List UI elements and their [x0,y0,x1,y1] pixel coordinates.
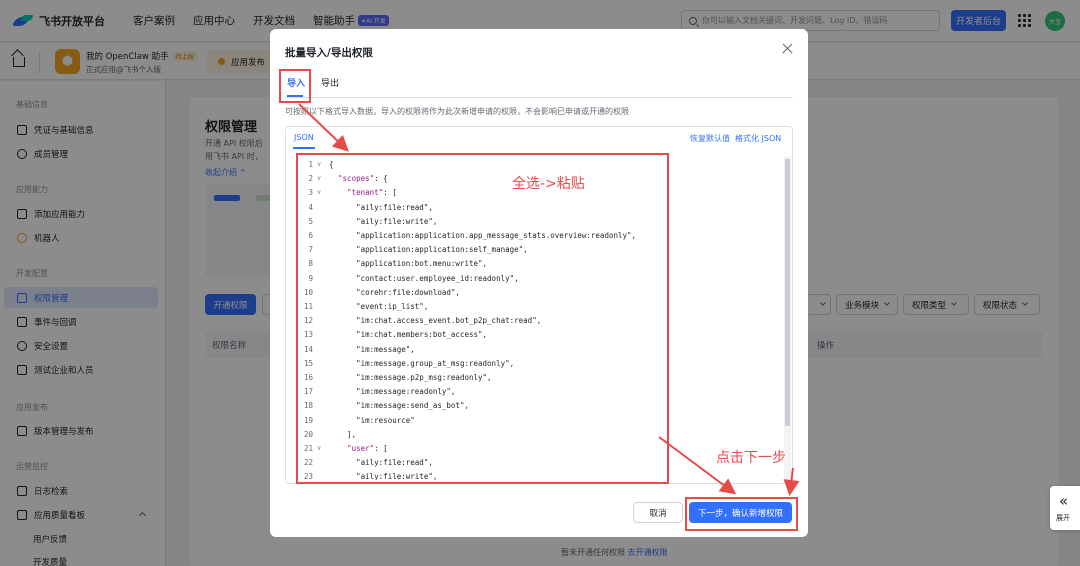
line-number: 19 [303,415,313,425]
restore-default-link[interactable]: 恢复默认值 [690,134,730,143]
code-line: 10 "corehr:file:download", [297,288,777,302]
code-line: 14 "im:message", [297,345,777,359]
code-text: "im:resource" [329,415,415,425]
line-number: 8 [308,259,313,269]
code-line: 15 "im:message.group_at_msg:readonly", [297,359,777,373]
code-text: "im:message.group_at_msg:readonly", [329,358,515,368]
line-number: 13 [303,330,313,340]
code-text: "application:bot.menu:write", [329,259,488,269]
code-text: "im:message:readonly", [329,387,456,397]
format-json-link[interactable]: 格式化 JSON [735,134,781,143]
code-line: 4 "aily:file:read", [297,203,777,217]
code-line: 17 "im:message:readonly", [297,387,777,401]
code-line: 19 "im:resource" [297,416,777,430]
code-line: 13 "im:chat.members:bot_access", [297,330,777,344]
fold-chevron-icon[interactable]: ∨ [317,188,321,196]
line-number: 4 [308,202,313,212]
code-text: "application:application.app_message_sta… [329,231,637,240]
code-text: "aily:file:write", [329,216,438,226]
code-text: "aily:file:read", [329,202,433,212]
code-text: "corehr:file:download", [329,287,460,297]
code-text: "im:message.p2p_msg:readonly", [329,373,492,382]
line-number: 22 [303,458,313,468]
line-number: 5 [308,216,313,226]
line-number: 12 [303,316,313,326]
fold-chevron-icon[interactable]: ∨ [317,444,321,452]
code-line: 16 "im:message.p2p_msg:readonly", [297,373,777,387]
line-number: 23 [303,472,313,480]
line-number: 9 [308,273,313,283]
code-text: "aily:file:read", [329,458,433,468]
annotation-select-paste: 全选->粘贴 [512,176,585,192]
code-text: "tenant": [ [347,188,397,198]
code-text: "application:application:self_manage", [329,245,528,255]
line-number: 10 [303,287,313,297]
code-text: { [329,160,334,169]
code-text: "aily:file:write", [329,472,438,480]
next-step-confirm-button[interactable]: 下一步，确认新增权限 [689,502,792,523]
editor-tab-indicator [293,147,315,149]
line-number: 11 [303,302,313,311]
line-number: 18 [303,401,313,411]
code-line: 1 ∨ { [297,160,777,174]
code-text: "im:chat.members:bot_access", [329,330,488,340]
line-number: 7 [308,245,313,255]
line-number: 3 [308,188,313,198]
import-description: 可按照以下格式导入数据，导入的权限将作为此次新增申请的权限，不会影响已申请或开通… [285,107,629,116]
code-line: 20 ], [297,430,777,444]
line-number: 17 [303,387,313,397]
fold-chevron-icon[interactable]: ∨ [317,160,321,168]
code-text: ], [329,429,357,439]
line-number: 21 [303,444,313,453]
fold-chevron-icon[interactable]: ∨ [317,174,321,182]
code-line: 22 "aily:file:read", [297,458,777,472]
line-number: 6 [308,231,313,240]
code-line: 9 "contact:user.employee_id:readonly", [297,274,777,288]
code-text: "contact:user.employee_id:readonly", [329,273,519,283]
code-line: 5 "aily:file:write", [297,217,777,231]
code-line: 7 "application:application:self_manage", [297,245,777,259]
code-text: "im:message", [329,344,415,354]
code-line: 8 "application:bot.menu:write", [297,259,777,273]
annotation-click-next: 点击下一步 [716,450,786,466]
close-icon[interactable] [780,41,796,57]
code-line: 23 "aily:file:write", [297,472,777,480]
editor-actions: 恢复默认值 格式化 JSON [685,133,781,144]
code-line: 12 "im:chat.access_event.bot_p2p_chat:re… [297,316,777,330]
double-chevron-left-icon: « [1059,492,1069,510]
line-number: 15 [303,358,313,368]
code-text: "user": [ [347,444,388,453]
line-number: 16 [303,373,313,382]
code-line: 18 "im:message:send_as_bot", [297,401,777,415]
code-line: 6 "application:application.app_message_s… [297,231,777,245]
expand-label: 展开 [1056,514,1070,522]
code-line: 11 "event:ip_list", [297,302,777,316]
line-number: 1 [308,160,313,169]
json-code-editor[interactable]: 1 ∨ {2 ∨ "scopes": { 3 ∨ "tenant": [ 4 "aily:f… [297,157,787,480]
editor-scrollbar-thumb[interactable] [785,159,790,426]
expand-panel-button[interactable]: « 展开 [1050,486,1080,530]
modal-title: 批量导入/导出权限 [285,47,373,59]
code-text: "im:message:send_as_bot", [329,401,469,411]
code-text: "im:chat.access_event.bot_p2p_chat:read"… [329,316,542,326]
editor-tab-json[interactable]: JSON [294,133,314,142]
line-number: 2 [308,174,313,184]
tab-import[interactable]: 导入 [287,76,305,89]
tabs-divider [285,97,793,98]
cancel-button[interactable]: 取消 [633,502,683,523]
code-line: 21 ∨ "user": [ [297,444,777,458]
tab-export[interactable]: 导出 [321,76,339,89]
code-text: "scopes": { [338,174,388,184]
line-number: 20 [303,429,313,439]
line-number: 14 [303,344,313,354]
code-text: "event:ip_list", [329,302,429,311]
